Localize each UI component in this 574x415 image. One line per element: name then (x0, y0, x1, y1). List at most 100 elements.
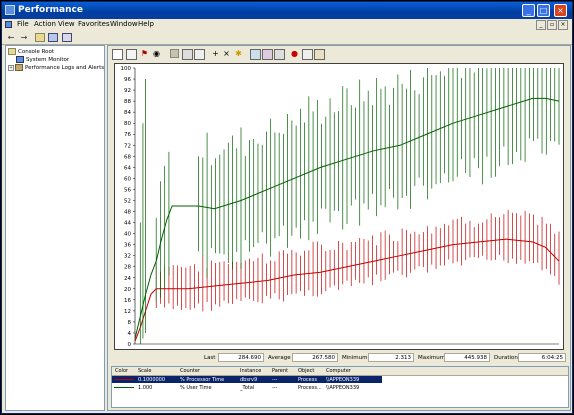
maximum-label: Maximum (418, 355, 446, 361)
menu-window[interactable]: Window (110, 20, 138, 28)
y-tick-label: 100 (121, 66, 132, 72)
maximum-value: 445.938 (444, 353, 490, 362)
close-button[interactable]: × (554, 4, 567, 17)
copy-properties-icon[interactable] (250, 49, 261, 60)
menu-help[interactable]: Help (138, 20, 154, 28)
legend-row[interactable]: 0.1000000 % Processor Time dbsrv9 --- Pr… (112, 376, 382, 383)
y-tick-label: 0 (128, 342, 132, 348)
y-tick-label: 92 (124, 88, 131, 94)
y-tick-label: 8 (128, 320, 132, 326)
y-tick-label: 76 (124, 132, 131, 138)
counter-legend: Color Scale Counter Instance Parent Obje… (111, 366, 569, 408)
y-tick-label: 96 (124, 77, 131, 83)
y-tick-label: 80 (124, 121, 131, 127)
view-current-activity-icon[interactable]: ⚑ (140, 49, 149, 58)
row-object: Process... (298, 385, 322, 391)
up-folder-icon[interactable] (35, 33, 45, 42)
tree-item-console-root[interactable]: Console Root (8, 48, 54, 55)
tree-system-monitor-label: System Monitor (26, 57, 70, 63)
logs-icon (15, 64, 23, 71)
y-tick-label: 56 (124, 187, 131, 193)
console-tree: Console Root System Monitor + Performance… (5, 45, 105, 411)
y-tick-label: 4 (128, 331, 132, 337)
legend-row[interactable]: 1.000 % User Time _Total --- Process... … (112, 384, 382, 391)
forward-arrow-icon[interactable]: → (19, 33, 29, 42)
row-computer: \\APPEON339 (326, 377, 360, 383)
console-icon[interactable] (5, 21, 12, 28)
view-report-icon[interactable] (194, 49, 205, 60)
monitor-toolbar: ⚑ ◉ + × ✱ ● (108, 46, 570, 62)
y-tick-label: 32 (124, 254, 131, 260)
col-computer[interactable]: Computer (326, 368, 351, 374)
minimum-label: Minimum (342, 355, 368, 361)
mdi-minimize-button[interactable]: _ (536, 20, 546, 30)
y-tick-label: 52 (124, 198, 131, 204)
folder-icon (8, 48, 16, 55)
legend-header: Color Scale Counter Instance Parent Obje… (112, 367, 568, 376)
freeze-display-icon[interactable]: ● (290, 49, 299, 58)
system-monitor-pane: ⚑ ◉ + × ✱ ● 0 4 8 12 16 20 24 28 32 36 40 44 48 52 56 6… (107, 45, 571, 411)
tree-perf-logs-label: Performance Logs and Alerts (25, 65, 105, 71)
row-counter: % User Time (180, 385, 212, 391)
col-color[interactable]: Color (115, 368, 128, 374)
tree-root-label: Console Root (18, 49, 55, 55)
color-swatch (114, 379, 134, 380)
y-tick-label: 72 (124, 143, 131, 149)
main-toolbar: ← → (2, 31, 572, 45)
y-tick-label: 28 (124, 265, 131, 271)
y-tick-label: 20 (124, 287, 131, 293)
y-tick-label: 24 (124, 276, 131, 282)
color-swatch (114, 387, 134, 388)
tree-item-performance-logs[interactable]: + Performance Logs and Alerts (8, 64, 104, 71)
maximize-button[interactable]: □ (537, 4, 550, 17)
mdi-close-button[interactable]: × (558, 20, 568, 30)
paste-counter-list-icon[interactable] (262, 49, 273, 60)
menu-bar: File Action View Favorites Window Help _… (2, 19, 572, 31)
y-tick-label: 48 (124, 210, 131, 216)
statistics-bar: Last 284.690 Average 267.580 Minimum 2.3… (108, 352, 570, 364)
expand-plus-icon[interactable]: + (8, 65, 14, 71)
y-tick-label: 40 (124, 232, 131, 238)
duration-value: 6:04:25 (518, 353, 566, 362)
row-parent: --- (272, 385, 278, 391)
row-computer: \\APPEON339 (326, 385, 360, 391)
mdi-restore-button[interactable]: ▫ (547, 20, 557, 30)
menu-file[interactable]: File (17, 20, 29, 28)
average-value: 267.580 (292, 353, 338, 362)
menu-view[interactable]: View (58, 20, 75, 28)
show-hide-tree-icon[interactable] (48, 33, 58, 42)
delete-counter-icon[interactable]: × (222, 49, 231, 58)
col-instance[interactable]: Instance (240, 368, 261, 374)
tree-item-system-monitor[interactable]: System Monitor (16, 56, 69, 63)
back-arrow-icon[interactable]: ← (6, 33, 16, 42)
add-counter-icon[interactable]: + (211, 49, 220, 58)
last-label: Last (204, 355, 216, 361)
row-scale: 0.1000000 (138, 377, 166, 383)
col-object[interactable]: Object (298, 368, 314, 374)
menu-action[interactable]: Action (34, 20, 56, 28)
clear-display-icon[interactable] (126, 49, 137, 60)
performance-graph: 0 4 8 12 16 20 24 28 32 36 40 44 48 52 56 60 64 68 72 76 80 8… (114, 63, 564, 350)
y-tick-label: 68 (124, 154, 131, 160)
col-parent[interactable]: Parent (272, 368, 288, 374)
col-scale[interactable]: Scale (138, 368, 151, 374)
highlight-icon[interactable]: ✱ (234, 49, 243, 58)
help-icon[interactable] (62, 33, 72, 42)
row-scale: 1.000 (138, 385, 153, 391)
menu-favorites[interactable]: Favorites (78, 20, 110, 28)
help-book-icon[interactable] (314, 49, 325, 60)
new-counter-set-icon[interactable] (112, 49, 123, 60)
view-log-data-icon[interactable]: ◉ (152, 49, 161, 58)
minimize-button[interactable]: _ (522, 4, 535, 17)
performance-app-icon (5, 5, 15, 15)
y-tick-label: 16 (124, 298, 131, 304)
view-graph-icon[interactable] (170, 49, 179, 58)
title-bar: Performance _ □ × (2, 2, 572, 19)
col-counter[interactable]: Counter (180, 368, 200, 374)
view-histogram-icon[interactable] (182, 49, 193, 60)
update-data-icon[interactable] (302, 49, 313, 60)
properties-icon[interactable] (274, 49, 285, 60)
window-title: Performance (18, 5, 83, 15)
y-tick-label: 60 (124, 176, 131, 182)
row-instance: _Total (240, 385, 255, 391)
